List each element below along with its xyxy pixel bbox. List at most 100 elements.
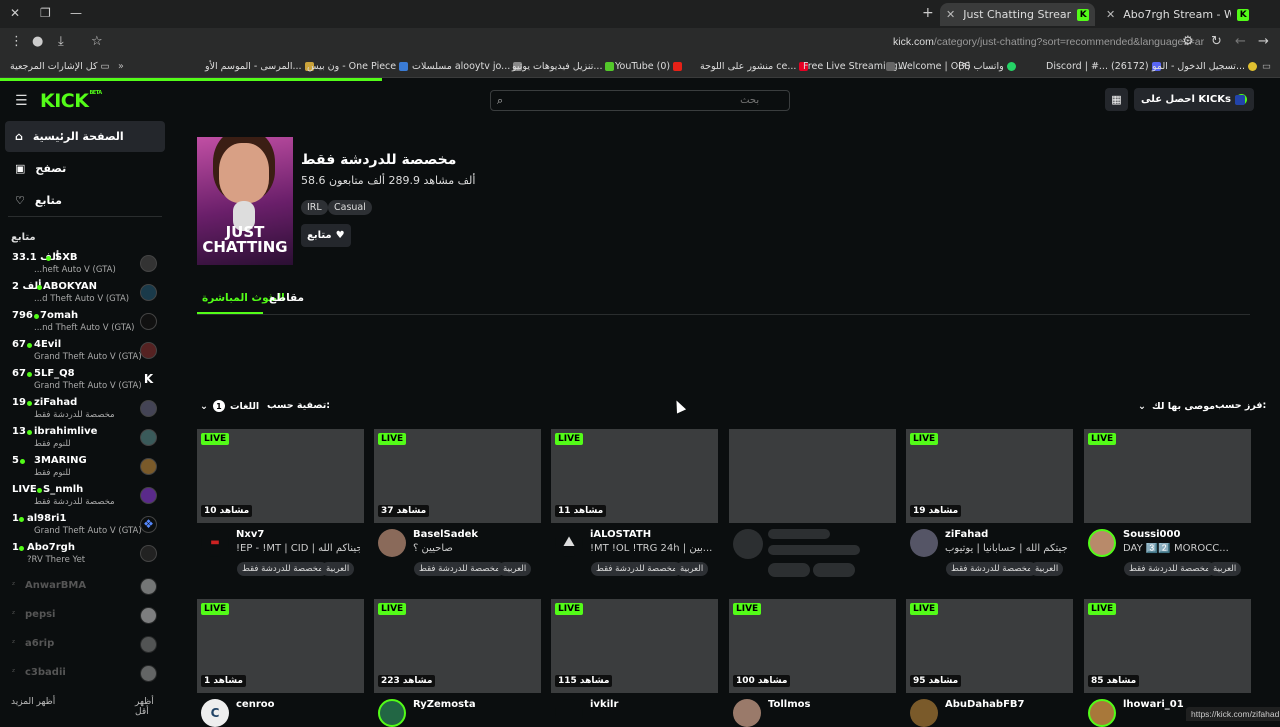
hamburger-menu-icon[interactable]: ☰ <box>15 93 28 109</box>
channel-item[interactable]: 33.1 ألفSXB ...heft Auto V (GTA) <box>0 249 170 278</box>
stream-tag[interactable]: مخصصة للدردشة فقط <box>414 562 505 576</box>
stream-thumbnail[interactable]: LIVE 95 مشاهد <box>906 599 1073 693</box>
stream-tag[interactable]: مخصصة للدردشة فقط <box>591 562 682 576</box>
bookmarks-overflow-icon[interactable]: » <box>118 61 124 72</box>
stream-title[interactable]: صاحيين ؟ <box>413 543 537 554</box>
stream-thumbnail[interactable]: LIVE 10 مشاهد <box>197 429 364 523</box>
bookmark-youtube[interactable]: YouTube (0) <box>615 61 683 72</box>
channel-item[interactable]: 67 5LF_Q8 Grand Theft Auto V (GTA) K <box>0 365 170 394</box>
download-icon[interactable]: ⤓ <box>58 34 64 49</box>
channel-item-offline[interactable]: ᶻ AnwarBMA <box>0 572 170 601</box>
channel-item[interactable]: 1 al98ri1 Grand Theft Auto V (GTA) ❖ <box>0 510 170 539</box>
sidebar-item-home[interactable]: ⌂ الصفحة الرئيسية <box>5 121 165 152</box>
tab-just-chatting[interactable]: ✕ Just Chatting Streaming - Live S K <box>940 3 1095 26</box>
bookmark-item[interactable]: مسلسلات alooytv jo... <box>412 61 523 72</box>
bookmark-discord[interactable]: Discord | #... (26172) <box>1046 61 1161 72</box>
bookmark-item[interactable]: تنزيل فيديوهات يوتيو... <box>512 61 615 72</box>
back-icon[interactable]: → <box>1258 34 1269 49</box>
user-menu-icon[interactable] <box>1235 95 1245 105</box>
avatar[interactable] <box>378 699 406 727</box>
streamer-name[interactable]: Tollmos <box>768 699 810 710</box>
profile-icon[interactable]: ● <box>32 34 43 49</box>
search-box[interactable]: ⌕ <box>490 90 790 111</box>
bookmark-whatsapp[interactable]: واتساب (٩) <box>958 61 1016 72</box>
stream-tag[interactable]: مخصصة للدردشة فقط <box>946 562 1037 576</box>
streamer-name[interactable]: Nxv7 <box>236 529 264 540</box>
streamer-name[interactable]: RyZemosta <box>413 699 476 710</box>
bookmark-item[interactable]: تسجيل الدخول - المو... <box>1152 61 1257 72</box>
stream-tag[interactable]: العربية <box>675 562 709 576</box>
avatar[interactable] <box>555 699 583 727</box>
sidebar-item-browse[interactable]: ▣ تصفح <box>5 153 165 184</box>
restore-window-icon[interactable]: ❐ <box>40 6 51 20</box>
avatar[interactable] <box>733 699 761 727</box>
url-field[interactable]: kick.com/category/just-chatting?sort=rec… <box>893 36 1204 48</box>
streamer-name[interactable]: iALOSTATH <box>590 529 651 540</box>
avatar[interactable] <box>910 529 938 557</box>
channel-item[interactable]: LIVE S_nmlh مخصصة للدردشة فقط <box>0 481 170 510</box>
streamer-name[interactable]: AbuDahabFB7 <box>945 699 1025 710</box>
stream-title[interactable]: !EP - !MT | CID | جيناكم الله <box>236 543 360 554</box>
bookmark-item[interactable]: المرسى - الموسم الأو... <box>205 61 314 72</box>
channel-item[interactable]: 2 ألف ABOKYAN ...d Theft Auto V (GTA) <box>0 278 170 307</box>
avatar[interactable] <box>1088 699 1116 727</box>
stream-thumbnail[interactable]: LIVE 37 مشاهد <box>374 429 541 523</box>
close-tab-icon[interactable]: ✕ <box>946 8 955 21</box>
bookmark-item[interactable]: ون بيس - One Piece <box>307 61 409 72</box>
stream-thumbnail[interactable]: LIVE 223 مشاهد <box>374 599 541 693</box>
bookmark-item[interactable]: منشور على اللوحة ce... <box>700 61 809 72</box>
channel-item[interactable]: 67 4Evil Grand Theft Auto V (GTA) <box>0 336 170 365</box>
show-less-link[interactable]: أظهر أقل <box>135 697 170 717</box>
close-tab-icon[interactable]: ✕ <box>1106 8 1115 21</box>
sidebar-item-following[interactable]: ♡ متابع <box>5 185 165 216</box>
streamer-name[interactable]: Soussi000 <box>1123 529 1180 540</box>
stream-thumbnail[interactable]: LIVE 115 مشاهد <box>551 599 718 693</box>
stream-title[interactable]: DAY 3️⃣2️⃣ MOROCC... <box>1123 543 1247 554</box>
search-input[interactable] <box>509 95 760 106</box>
stream-thumbnail[interactable]: LIVE <box>1084 429 1251 523</box>
tag-casual[interactable]: Casual <box>328 200 372 215</box>
site-settings-icon[interactable]: ⚙ <box>1182 34 1194 49</box>
sort-dropdown[interactable]: ⌄ موصى بها لك <box>1138 397 1215 415</box>
forward-icon[interactable]: ← <box>1235 34 1246 49</box>
stream-tag[interactable]: العربية <box>1030 562 1064 576</box>
streamer-name[interactable]: lhowari_01 <box>1123 699 1184 710</box>
stream-thumbnail[interactable]: LIVE 85 مشاهد <box>1084 599 1251 693</box>
avatar[interactable] <box>1088 529 1116 557</box>
stream-tag[interactable]: العربية <box>321 562 355 576</box>
streamer-name[interactable]: cenroo <box>236 699 275 710</box>
stream-thumbnail[interactable]: LIVE 11 مشاهد <box>551 429 718 523</box>
follow-button[interactable]: متابع ♥ <box>301 224 351 247</box>
bookmark-all[interactable]: كل الإشارات المرجعية ▭ <box>10 61 110 72</box>
stream-title[interactable]: !MT !OL !TRG 24h | بين... <box>590 543 714 554</box>
stream-title[interactable]: جيتكم الله | حسابانيا | يوتيوب <box>945 543 1069 554</box>
stream-tag[interactable]: مخصصة للدردشة فقط <box>237 562 328 576</box>
bookmark-folder-icon[interactable]: ▭ <box>1262 61 1271 72</box>
streamer-name[interactable]: ivkilr <box>590 699 618 710</box>
layout-toggle-button[interactable]: ▦ <box>1105 88 1128 111</box>
minimize-window-icon[interactable]: — <box>70 6 82 20</box>
channel-item[interactable]: 796 7omah ...nd Theft Auto V (GTA) <box>0 307 170 336</box>
tag-irl[interactable]: IRL <box>301 200 328 215</box>
reload-icon[interactable]: ↻ <box>1211 34 1222 49</box>
stream-tag[interactable]: مخصصة للدردشة فقط <box>1124 562 1215 576</box>
streamer-name[interactable]: BaselSadek <box>413 529 478 540</box>
avatar[interactable] <box>910 699 938 727</box>
channel-item[interactable]: 19 ziFahad مخصصة للدردشة فقط <box>0 394 170 423</box>
stream-thumbnail[interactable]: LIVE 19 مشاهد <box>906 429 1073 523</box>
channel-item-offline[interactable]: ᶻ a6rip <box>0 630 170 659</box>
channel-item[interactable]: 1 Abo7rgh ?RV There Yet <box>0 539 170 568</box>
avatar[interactable]: ⛰ <box>555 529 583 557</box>
avatar[interactable] <box>378 529 406 557</box>
tab-clips[interactable]: مقاطع <box>269 292 304 304</box>
stream-thumbnail[interactable]: LIVE 100 مشاهد <box>729 599 896 693</box>
channel-item[interactable]: 13 ibrahimlive للنوم فقط <box>0 423 170 452</box>
menu-dots-icon[interactable]: ⋮ <box>10 34 23 49</box>
language-filter-button[interactable]: ⌄ 1 اللغات <box>200 397 259 415</box>
stream-tag[interactable]: العربية <box>1208 562 1242 576</box>
show-more-link[interactable]: أظهر المزيد <box>11 697 55 707</box>
close-window-icon[interactable]: ✕ <box>10 6 20 20</box>
channel-item-offline[interactable]: ᶻ pepsi <box>0 601 170 630</box>
channel-item-offline[interactable]: ᶻ c3badii <box>0 659 170 688</box>
new-tab-icon[interactable]: + <box>922 5 934 21</box>
